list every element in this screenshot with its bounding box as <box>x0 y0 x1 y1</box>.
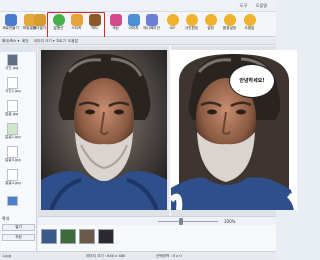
menu-image-size[interactable]: 이미지 크기 ▾ <box>34 38 55 44</box>
image-icon <box>127 14 140 26</box>
tool-help[interactable]: 도움말 <box>240 13 259 35</box>
folder-icon <box>33 14 46 26</box>
speech-bubble[interactable]: 안녕하세요! <box>229 64 275 98</box>
file-thumbnail <box>7 77 18 89</box>
file-thumbnail <box>7 146 18 158</box>
zoom-value: 100% <box>224 219 236 224</box>
tool-settings[interactable]: 설정 <box>201 13 220 35</box>
filmstrip-thumb[interactable] <box>98 229 114 244</box>
edited-photo[interactable]: 안녕하세요! <box>171 50 297 210</box>
zoom-slider-handle[interactable] <box>179 218 183 225</box>
filmstrip-thumb[interactable] <box>79 229 95 244</box>
sidebar-section-label: 확대 <box>2 216 10 221</box>
menu-zoom[interactable]: 확대/축소 ▾ <box>2 38 19 44</box>
old-man-portrait-image <box>41 50 167 210</box>
file-thumbnail <box>7 54 18 66</box>
tool-new-label: 새로만들기 <box>2 26 19 30</box>
tool-color[interactable]: 색상 <box>106 13 125 35</box>
editor-canvas[interactable]: 안녕하세요! <box>38 46 297 216</box>
sidebar-header <box>0 46 37 52</box>
filmstrip <box>38 225 276 251</box>
sidebar-selected-thumb[interactable] <box>3 196 34 208</box>
tool-photo-edit[interactable]: 사진편집 <box>182 13 201 35</box>
titlebar-menu-tools[interactable]: 도구 <box>238 2 249 10</box>
tool-animation[interactable]: 애니메이션 <box>142 13 161 35</box>
titlebar-menu-help[interactable]: 도움말 <box>254 2 269 10</box>
file-item[interactable]: 사진2.jpg <box>3 77 34 99</box>
file-sidebar: 사진.jpg 사진2.jpg 얼굴.jpg 얼굴2.jpg 얼굴3.jpg 얼굴… <box>0 46 37 251</box>
gear-icon <box>204 14 217 26</box>
filmstrip-thumb[interactable] <box>60 229 76 244</box>
help-icon <box>243 14 256 26</box>
tool-gif[interactable]: GIF <box>163 13 182 35</box>
status-image-size: 이미지 크기 : 640 x 480 <box>86 254 126 258</box>
file-name: 얼굴4.jpg <box>5 181 21 185</box>
save-button[interactable]: 저장 <box>2 234 35 241</box>
filmstrip-thumb[interactable] <box>41 229 57 244</box>
file-item[interactable]: 얼굴2.jpg <box>3 123 34 145</box>
file-name: 얼굴3.jpg <box>5 158 21 162</box>
color-icon <box>109 14 122 26</box>
tool-gif-label: GIF <box>169 26 176 30</box>
file-name: 얼굴2.jpg <box>5 135 21 139</box>
animation-icon <box>145 14 158 26</box>
sub-menubar: 확대/축소 ▾ 회전 이미지 크기 ▾ 자르기 도움말 <box>0 37 276 45</box>
menu-help[interactable]: 도움말 <box>68 38 78 44</box>
zoom-slider-track[interactable] <box>158 221 218 222</box>
main-toolbar: 새로만들기 파일열기 폴더열기 말풍선 스티커 액자 색상 이미지 애니메이션 … <box>0 12 276 37</box>
tool-image-label: 이미지 <box>128 26 139 30</box>
status-file: 1.jpg <box>2 254 11 258</box>
status-bar: 1.jpg 이미지 크기 : 640 x 480 선택영역 : 0 x 0 <box>0 251 276 260</box>
file-item[interactable]: 얼굴3.jpg <box>3 146 34 168</box>
tool-preferences-label: 환경설정 <box>222 26 237 30</box>
tool-color-label: 색상 <box>112 26 119 30</box>
file-name: 사진2.jpg <box>5 89 21 93</box>
tool-preferences[interactable]: 환경설정 <box>220 13 239 35</box>
title-bar: 도구 도움말 <box>0 0 276 12</box>
file-name: 얼굴.jpg <box>5 112 19 116</box>
tool-image[interactable]: 이미지 <box>124 13 143 35</box>
tool-photo-edit-label: 사진편집 <box>184 26 199 30</box>
highlight-box <box>47 12 105 38</box>
photo-edit-icon <box>185 14 198 26</box>
new-file-icon <box>4 14 17 26</box>
file-thumbnail <box>7 100 18 112</box>
settings-icon <box>223 14 236 26</box>
menu-rotate[interactable]: 회전 <box>22 38 29 44</box>
file-item[interactable]: 얼굴4.jpg <box>3 169 34 191</box>
tool-new[interactable]: 새로만들기 <box>1 13 20 35</box>
zoom-bar: 100% <box>38 216 276 225</box>
file-thumbnail <box>7 169 18 181</box>
open-button[interactable]: 열기 <box>2 224 35 231</box>
tool-animation-label: 애니메이션 <box>143 26 160 30</box>
gif-icon <box>166 14 179 26</box>
status-selection: 선택영역 : 0 x 0 <box>156 254 182 258</box>
file-name: 사진.jpg <box>5 66 19 70</box>
file-thumbnail <box>7 196 18 206</box>
tool-settings-label: 설정 <box>207 26 214 30</box>
menu-crop[interactable]: 자르기 <box>56 38 66 44</box>
file-item[interactable]: 얼굴.jpg <box>3 100 34 122</box>
original-photo[interactable] <box>41 50 167 210</box>
tool-help-label: 도움말 <box>244 26 255 30</box>
file-thumbnail <box>7 123 18 135</box>
file-item[interactable]: 사진.jpg <box>3 54 34 76</box>
